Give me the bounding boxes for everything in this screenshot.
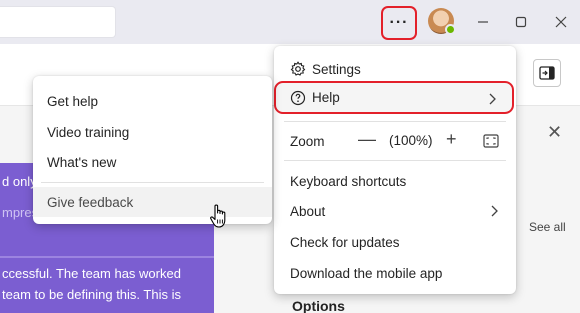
more-options-menu: Settings Help Zoom — (100%) + Keyboard s… bbox=[274, 46, 516, 294]
gear-icon bbox=[290, 61, 306, 76]
help-submenu: Get help Video training What's new Give … bbox=[33, 76, 272, 224]
submenu-item-label: Get help bbox=[47, 93, 99, 109]
menu-item-label: Help bbox=[312, 90, 340, 105]
chevron-right-icon bbox=[491, 205, 498, 217]
submenu-item-label: Give feedback bbox=[47, 194, 134, 210]
submenu-item-label: What's new bbox=[47, 154, 117, 170]
more-options-button[interactable]: ··· bbox=[381, 6, 417, 40]
menu-divider bbox=[284, 160, 506, 161]
menu-item-label: Check for updates bbox=[290, 234, 400, 250]
card-text-line: d only bbox=[2, 174, 37, 189]
menu-item-keyboard-shortcuts[interactable]: Keyboard shortcuts bbox=[274, 166, 516, 196]
chevron-right-icon bbox=[489, 93, 496, 105]
zoom-level: (100%) bbox=[389, 133, 433, 148]
zoom-in-button[interactable]: + bbox=[446, 129, 457, 150]
fullscreen-icon[interactable] bbox=[483, 134, 499, 148]
menu-item-about[interactable]: About bbox=[274, 196, 516, 226]
menu-item-help[interactable]: Help bbox=[274, 81, 514, 114]
presence-available-icon bbox=[445, 24, 456, 35]
see-all-link[interactable]: See all bbox=[529, 220, 566, 234]
panel-toggle-icon bbox=[539, 66, 555, 80]
menu-item-label: Download the mobile app bbox=[290, 265, 443, 281]
close-window-button[interactable] bbox=[548, 10, 574, 34]
minimize-icon bbox=[478, 21, 488, 23]
submenu-item-whats-new[interactable]: What's new bbox=[33, 147, 272, 177]
question-circle-icon bbox=[290, 90, 306, 106]
menu-item-label: Keyboard shortcuts bbox=[290, 173, 407, 189]
menu-item-label: Settings bbox=[312, 61, 361, 77]
ellipsis-icon: ··· bbox=[389, 14, 409, 31]
minimize-button[interactable] bbox=[470, 10, 496, 34]
hand-cursor-icon bbox=[210, 204, 226, 228]
close-icon: ✕ bbox=[547, 122, 563, 142]
card-text-line: ccessful. The team has worked bbox=[2, 266, 181, 281]
options-heading: Options bbox=[292, 298, 345, 313]
panel-close-button[interactable]: ✕ bbox=[547, 122, 562, 143]
submenu-item-give-feedback[interactable]: Give feedback bbox=[33, 187, 272, 217]
maximize-button[interactable] bbox=[508, 10, 534, 34]
card-divider bbox=[0, 256, 214, 258]
menu-item-download-mobile[interactable]: Download the mobile app bbox=[274, 258, 516, 288]
submenu-item-get-help[interactable]: Get help bbox=[33, 86, 272, 116]
menu-item-label: About bbox=[290, 203, 326, 219]
menu-item-check-updates[interactable]: Check for updates bbox=[274, 227, 516, 257]
menu-divider bbox=[284, 121, 506, 122]
menu-item-settings[interactable]: Settings bbox=[274, 54, 516, 84]
submenu-item-label: Video training bbox=[47, 124, 130, 140]
zoom-out-button[interactable]: — bbox=[358, 129, 376, 150]
side-panel-button[interactable] bbox=[533, 59, 561, 87]
search-box[interactable] bbox=[0, 6, 116, 38]
close-icon bbox=[555, 16, 567, 28]
submenu-item-video-training[interactable]: Video training bbox=[33, 117, 272, 147]
zoom-row: Zoom — (100%) + bbox=[274, 126, 516, 156]
menu-divider bbox=[41, 182, 264, 183]
zoom-label: Zoom bbox=[290, 133, 325, 149]
maximize-icon bbox=[515, 16, 527, 28]
card-text-line: team to be defining this. This is bbox=[2, 287, 181, 302]
